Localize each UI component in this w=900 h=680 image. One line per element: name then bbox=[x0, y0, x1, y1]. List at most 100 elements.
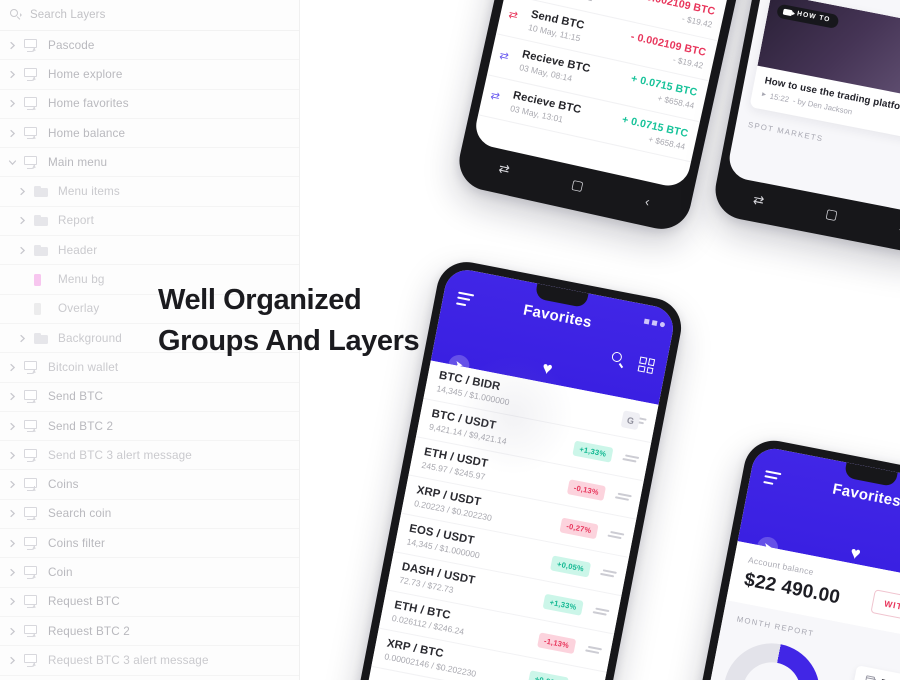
chevron-right-icon[interactable] bbox=[0, 129, 24, 138]
layer-name: Background bbox=[58, 331, 122, 345]
transfer-icon: ⇄ bbox=[489, 89, 501, 104]
how-to-badge-label: HOW TO bbox=[796, 10, 831, 24]
chevron-right-icon[interactable] bbox=[10, 334, 34, 343]
layer-row[interactable]: Request BTC 2 bbox=[0, 617, 299, 647]
artboard-icon bbox=[24, 97, 39, 111]
chevron-right-icon[interactable] bbox=[0, 41, 24, 50]
chevron-right-icon[interactable] bbox=[0, 392, 24, 401]
layer-row[interactable]: Coins filter bbox=[0, 529, 299, 559]
layer-icon bbox=[24, 419, 48, 433]
chevron-right-icon[interactable] bbox=[0, 627, 24, 636]
layer-row[interactable]: Request BTC 3 alert message bbox=[0, 646, 299, 676]
chevron-right-icon[interactable] bbox=[0, 480, 24, 489]
transaction-amount: - 0.002109 BTC - $19.42 bbox=[627, 30, 708, 70]
artboard-icon bbox=[24, 478, 39, 491]
back-icon[interactable]: ‹ bbox=[644, 193, 651, 209]
layer-row[interactable]: Coins bbox=[0, 470, 299, 500]
chevron-right-icon[interactable] bbox=[0, 568, 24, 577]
video-duration: 15:22 bbox=[769, 91, 790, 104]
layer-name: Send BTC 3 alert message bbox=[48, 448, 192, 462]
search-input-placeholder: Search Layers bbox=[30, 9, 106, 21]
headline-line-1: Well Organized bbox=[158, 284, 362, 316]
layer-icon bbox=[24, 536, 48, 550]
layer-row[interactable]: Send BTC 2 bbox=[0, 412, 299, 442]
layer-icon bbox=[24, 390, 48, 404]
chart-toggle-icon[interactable] bbox=[622, 454, 640, 463]
chevron-right-icon[interactable] bbox=[0, 99, 24, 108]
layer-icon bbox=[24, 653, 48, 667]
artboard-icon bbox=[24, 448, 39, 462]
chart-toggle-icon[interactable] bbox=[607, 530, 625, 540]
change-badge: +0,09% bbox=[527, 669, 569, 680]
chevron-right-icon[interactable] bbox=[0, 451, 24, 460]
recents-icon[interactable]: ⇄ bbox=[752, 191, 766, 209]
layer-row[interactable]: Home balance bbox=[0, 119, 299, 149]
change-badge: -0,27% bbox=[559, 516, 599, 539]
chevron-right-icon[interactable] bbox=[0, 363, 24, 372]
layer-row[interactable]: Coin bbox=[0, 558, 299, 588]
layer-icon bbox=[24, 97, 48, 111]
layer-name: Main menu bbox=[48, 155, 108, 169]
month-selector[interactable]: December bbox=[853, 665, 900, 680]
layer-icon bbox=[34, 332, 58, 344]
layer-row[interactable]: Send BTC 3 alert message bbox=[0, 441, 299, 471]
layer-row[interactable]: Home explore bbox=[0, 60, 299, 90]
layer-icon bbox=[24, 38, 48, 52]
home-icon[interactable]: ▢ bbox=[824, 206, 839, 224]
video-card[interactable]: HOW TO How to use the trading platform 1… bbox=[749, 0, 900, 145]
chevron-right-icon[interactable] bbox=[0, 422, 24, 431]
layer-icon bbox=[24, 507, 48, 521]
layer-icon bbox=[24, 155, 48, 169]
layer-name: Menu bg bbox=[58, 273, 105, 287]
chart-toggle-icon[interactable] bbox=[585, 645, 603, 655]
layer-name: Send BTC bbox=[48, 390, 104, 404]
recents-icon[interactable]: ⇄ bbox=[497, 160, 511, 178]
layer-row[interactable]: BTC Address bbox=[0, 676, 299, 680]
chevron-down-icon[interactable] bbox=[0, 158, 24, 167]
layer-name: Request BTC 2 bbox=[48, 624, 130, 638]
phone-screen: Favorites ➤ ♥ Account balance $22 490.00… bbox=[663, 444, 900, 680]
heart-icon[interactable]: ♥ bbox=[849, 543, 863, 565]
layer-row[interactable]: Pascode bbox=[0, 31, 299, 61]
layer-icon bbox=[24, 478, 48, 491]
artboard-icon bbox=[24, 390, 39, 404]
duration-icon bbox=[761, 92, 767, 98]
chevron-right-icon[interactable] bbox=[10, 216, 34, 225]
chart-toggle-icon[interactable] bbox=[614, 492, 632, 501]
layer-row[interactable]: Send BTC bbox=[0, 383, 299, 412]
header-actions bbox=[610, 351, 656, 375]
chevron-right-icon[interactable] bbox=[0, 509, 24, 518]
grid-icon[interactable]: G bbox=[620, 410, 641, 431]
layer-name: Home favorites bbox=[48, 97, 129, 111]
layer-row[interactable]: Report bbox=[0, 207, 299, 237]
chevron-right-icon[interactable] bbox=[0, 539, 24, 548]
layer-icon bbox=[34, 244, 58, 256]
layer-row[interactable]: Search coin bbox=[0, 500, 299, 530]
calendar-icon bbox=[865, 674, 876, 680]
phone-mockup-balance: Favorites ➤ ♥ Account balance $22 490.00… bbox=[654, 435, 900, 680]
search-icon bbox=[10, 8, 23, 22]
chart-toggle-icon[interactable] bbox=[592, 607, 610, 616]
folder-icon bbox=[34, 332, 48, 344]
home-icon[interactable]: ▢ bbox=[570, 176, 585, 194]
layer-name: Request BTC 3 alert message bbox=[48, 653, 209, 667]
layer-row[interactable]: Request BTC bbox=[0, 588, 299, 617]
search-icon[interactable] bbox=[610, 351, 628, 369]
layer-name: Overlay bbox=[58, 302, 100, 316]
layer-row[interactable]: Main menu bbox=[0, 148, 299, 178]
layer-row[interactable]: Menu items bbox=[0, 177, 299, 207]
chevron-right-icon[interactable] bbox=[0, 597, 24, 606]
chevron-right-icon[interactable] bbox=[10, 187, 34, 196]
chart-toggle-icon[interactable] bbox=[600, 569, 617, 578]
chevron-right-icon[interactable] bbox=[0, 70, 24, 79]
layer-row[interactable]: Header bbox=[0, 236, 299, 266]
withdraw-button[interactable]: WITHDRAW bbox=[870, 589, 900, 629]
search-layers-field[interactable]: Search Layers bbox=[0, 0, 299, 31]
layer-name: Send BTC 2 bbox=[48, 419, 114, 433]
layer-row[interactable]: Home favorites bbox=[0, 90, 299, 119]
layer-icon bbox=[24, 565, 48, 579]
chevron-right-icon[interactable] bbox=[0, 656, 24, 665]
qr-code-icon[interactable] bbox=[637, 356, 656, 375]
artboard-icon bbox=[24, 419, 39, 433]
chevron-right-icon[interactable] bbox=[10, 246, 34, 255]
